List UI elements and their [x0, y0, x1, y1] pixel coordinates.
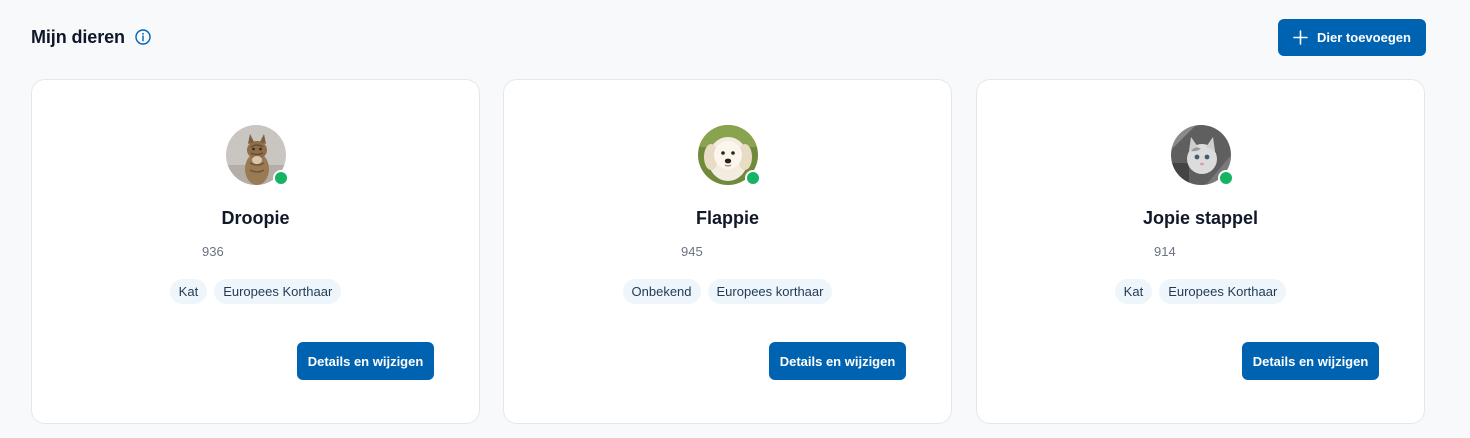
- pet-tags: Kat Europees Korthaar: [977, 279, 1424, 304]
- avatar-container: [697, 125, 761, 186]
- details-edit-button[interactable]: Details en wijzigen: [769, 342, 906, 380]
- pet-cards: Droopie 936 Kat Europees Korthaar Detail…: [31, 79, 1426, 425]
- tag-species: Kat: [169, 279, 208, 304]
- details-edit-button[interactable]: Details en wijzigen: [1242, 342, 1379, 380]
- pet-id: 936: [202, 244, 224, 259]
- pet-name: Droopie: [221, 208, 290, 228]
- pet-id: 914: [1154, 244, 1176, 259]
- page: Mijn dieren Dier toevoegen Droopie 936 K…: [0, 0, 1470, 438]
- tag-breed: Europees Korthaar: [1159, 279, 1287, 304]
- pet-card: Jopie stappel 914 Kat Europees Korthaar …: [976, 79, 1425, 424]
- add-pet-button[interactable]: Dier toevoegen: [1278, 18, 1426, 56]
- pet-card: Droopie 936 Kat Europees Korthaar Detail…: [31, 79, 480, 424]
- tag-breed: Europees korthaar: [707, 279, 833, 304]
- pet-id: 945: [681, 244, 703, 259]
- pet-name: Jopie stappel: [1142, 208, 1259, 228]
- add-pet-button-label: Dier toevoegen: [1317, 29, 1411, 45]
- tag-species: Kat: [1114, 279, 1153, 304]
- pet-name: Flappie: [695, 208, 759, 228]
- online-status-dot: [1217, 170, 1234, 186]
- pet-tags: Onbekend Europees korthaar: [504, 279, 951, 304]
- details-edit-button[interactable]: Details en wijzigen: [297, 342, 434, 380]
- avatar-container: [1170, 125, 1234, 186]
- online-status-dot: [272, 170, 289, 186]
- title-group: Mijn dieren: [31, 27, 151, 48]
- pet-tags: Kat Europees Korthaar: [32, 279, 479, 304]
- tag-breed: Europees Korthaar: [214, 279, 342, 304]
- plus-icon: [1293, 29, 1308, 45]
- pet-card: Flappie 945 Onbekend Europees korthaar D…: [503, 79, 952, 424]
- tag-species: Onbekend: [622, 279, 701, 304]
- info-icon[interactable]: [135, 29, 151, 45]
- avatar-container: [225, 125, 289, 186]
- page-title: Mijn dieren: [31, 26, 125, 47]
- online-status-dot: [744, 170, 761, 186]
- page-header: Mijn dieren Dier toevoegen: [31, 18, 1426, 56]
